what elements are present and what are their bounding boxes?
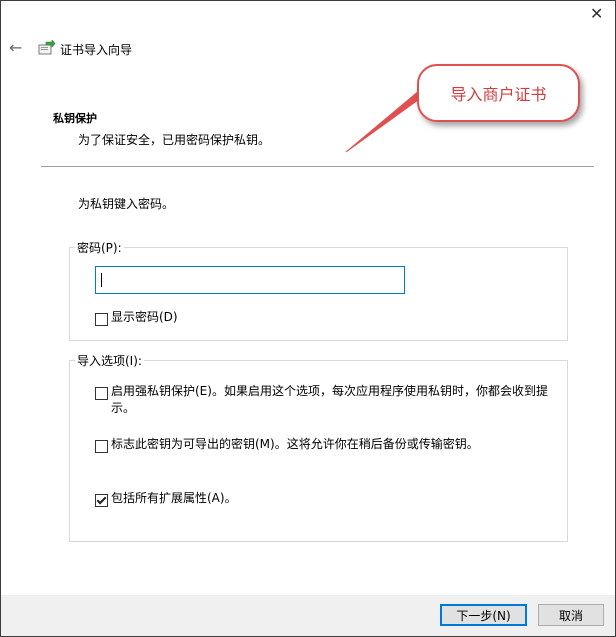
button-bar: 下一步(N) 取消 (1, 595, 615, 636)
include-extended-properties-label[interactable]: 包括所有扩展属性(A)。 (111, 490, 237, 507)
password-group-legend: 密码(P): (75, 239, 124, 256)
strong-key-protection-label[interactable]: 启用强私钥保护(E)。如果启用这个选项，每次应用程序使用私钥时，你都会收到提示。 (111, 383, 551, 417)
section-title: 私钥保护 (53, 112, 97, 125)
certificate-wizard-icon (38, 40, 56, 55)
password-group (69, 247, 568, 341)
text-caret (101, 273, 102, 287)
password-input[interactable] (95, 266, 405, 294)
exportable-key-checkbox[interactable] (95, 440, 108, 453)
include-extended-properties-checkbox[interactable] (95, 494, 108, 507)
annotation-callout: 导入商户证书 (417, 64, 580, 122)
import-options-legend: 导入选项(I): (75, 352, 144, 369)
back-arrow-icon[interactable]: ← (9, 38, 22, 57)
strong-key-protection-checkbox[interactable] (95, 387, 108, 400)
close-icon[interactable]: ✕ (590, 4, 603, 23)
header-divider (41, 166, 594, 167)
show-password-label[interactable]: 显示密码(D) (111, 309, 178, 326)
exportable-key-label[interactable]: 标志此密钥为可导出的密钥(M)。这将允许你在稍后备份或传输密钥。 (111, 436, 551, 453)
show-password-checkbox[interactable] (95, 313, 108, 326)
annotation-callout-text: 导入商户证书 (450, 85, 547, 104)
password-prompt: 为私钥键入密码。 (78, 197, 175, 211)
next-button[interactable]: 下一步(N) (440, 604, 527, 626)
cancel-button[interactable]: 取消 (538, 604, 604, 626)
section-description: 为了保证安全，已用密码保护私钥。 (78, 133, 271, 147)
wizard-title: 证书导入向导 (60, 43, 133, 57)
